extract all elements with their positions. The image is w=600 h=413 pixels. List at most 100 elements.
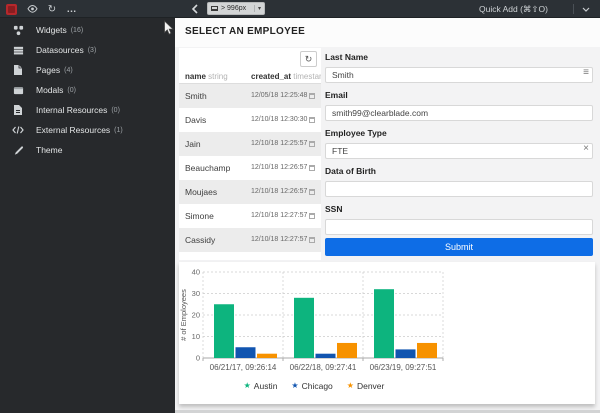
- logo-icon: [6, 4, 17, 15]
- table-row[interactable]: Cassidy 12/10/18 12:27:57: [179, 228, 321, 252]
- chart-legend: ★Austin★Chicago★Denver: [179, 381, 449, 391]
- svg-text:06/23/19, 09:27:51: 06/23/19, 09:27:51: [370, 363, 437, 372]
- external-resources-icon: [12, 124, 24, 136]
- table-row[interactable]: Smith12/05/18 12:25:48: [179, 84, 321, 108]
- sidebar-item-datasources[interactable]: Datasources (3): [0, 40, 175, 60]
- column-created-at-type: timestamp: [293, 72, 321, 81]
- employee-type-input[interactable]: [325, 143, 593, 159]
- legend-item-chicago[interactable]: ★Chicago: [291, 381, 332, 391]
- sidebar-item-internal-resources[interactable]: Internal Resources(0): [0, 100, 175, 120]
- table-row[interactable]: Simone12/10/18 12:27:57: [179, 204, 321, 228]
- sidebar-label: Modals: [36, 85, 63, 95]
- table-row[interactable]: Summerville12/10/18 12:27:57: [179, 252, 321, 260]
- table-row[interactable]: Davis 12/10/18 12:30:30: [179, 108, 321, 132]
- user-menu-chevron-icon[interactable]: [578, 0, 594, 18]
- page-title: SELECT AN EMPLOYEE: [185, 26, 305, 37]
- table-header: name string created_at timestamp: [179, 69, 321, 84]
- legend-label: Chicago: [302, 381, 333, 391]
- clear-x-icon[interactable]: ×: [583, 143, 589, 155]
- dropdown-caret-icon: ▾: [254, 5, 261, 12]
- theme-brush-icon: [12, 144, 24, 156]
- list-menu-icon[interactable]: ≡: [583, 67, 589, 79]
- sidebar-item-pages[interactable]: Pages (4): [0, 60, 175, 80]
- sidebar-count: (3): [88, 47, 97, 54]
- topbar-divider: [573, 4, 574, 14]
- field-last-name: Last Name ≡: [325, 52, 593, 83]
- submit-button[interactable]: Submit: [325, 238, 593, 256]
- internal-resources-icon: [12, 104, 24, 116]
- legend-item-austin[interactable]: ★Austin: [244, 381, 278, 391]
- calendar-icon: [309, 165, 315, 171]
- legend-label: Austin: [254, 381, 278, 391]
- sidebar-label: Theme: [36, 145, 62, 155]
- sidebar-count: (4): [64, 67, 73, 74]
- cell-created-at: 12/10/18 12:27:57: [251, 236, 307, 243]
- more-menu-icon[interactable]: …: [64, 0, 80, 18]
- viewport-size-dropdown[interactable]: > 996px ▾: [207, 2, 265, 15]
- table-refresh-button[interactable]: ↻: [300, 51, 317, 67]
- back-chevron-icon[interactable]: [187, 0, 201, 18]
- quick-add-button[interactable]: Quick Add (⌘⇧O): [479, 0, 548, 18]
- last-name-input[interactable]: [325, 67, 593, 83]
- field-date-of-birth: Data of Birth: [325, 166, 593, 197]
- svg-text:0: 0: [196, 354, 200, 363]
- main-content: SELECT AN EMPLOYEE ↻ name string created…: [175, 18, 600, 413]
- cell-created-at: 12/10/18 12:25:57: [251, 140, 307, 147]
- sidebar-item-external-resources[interactable]: External Resources (1): [0, 120, 175, 140]
- cell-name: Davis: [185, 115, 206, 125]
- sidebar-label: External Resources: [36, 125, 110, 135]
- employee-bar-chart: 01020304006/21/17, 09:26:1406/22/18, 09:…: [179, 262, 595, 404]
- sidebar-label: Pages: [36, 65, 60, 75]
- email-input[interactable]: [325, 105, 593, 121]
- sidebar-count: (0): [67, 87, 76, 94]
- legend-label: Denver: [357, 381, 384, 391]
- calendar-icon: [309, 213, 315, 219]
- table-body: Smith12/05/18 12:25:48 Davis 12/10/18 12:…: [179, 84, 321, 260]
- mouse-cursor: [163, 20, 175, 36]
- cell-name: Cassidy: [185, 235, 215, 245]
- pages-icon: [12, 64, 24, 76]
- sidebar-label: Widgets: [36, 25, 67, 35]
- legend-item-denver[interactable]: ★Denver: [347, 381, 385, 391]
- column-name-type: string: [208, 72, 228, 81]
- bar-chart-svg: 01020304006/21/17, 09:26:1406/22/18, 09:…: [179, 262, 595, 380]
- sidebar-count: (1): [114, 127, 123, 134]
- ssn-label: SSN: [325, 204, 593, 214]
- cell-name: Beauchamp: [185, 163, 230, 173]
- datasources-icon: [12, 44, 24, 56]
- sidebar: Widgets(16) Datasources (3) Pages (4) Moda…: [0, 18, 175, 413]
- sidebar-item-widgets[interactable]: Widgets(16): [0, 20, 175, 40]
- cell-created-at: 12/10/18 12:26:57: [251, 164, 307, 171]
- preview-eye-icon[interactable]: [24, 0, 40, 18]
- last-name-label: Last Name: [325, 52, 593, 62]
- svg-text:10: 10: [192, 332, 200, 341]
- app-logo[interactable]: [5, 0, 17, 18]
- sidebar-label: Datasources: [36, 45, 84, 55]
- employee-type-label: Employee Type: [325, 128, 593, 138]
- svg-text:06/21/17, 09:26:14: 06/21/17, 09:26:14: [210, 363, 277, 372]
- column-created-at: created_at: [251, 72, 291, 81]
- legend-marker-icon: ★: [347, 382, 354, 390]
- calendar-icon: [309, 117, 315, 123]
- sidebar-item-modals[interactable]: Modals (0): [0, 80, 175, 100]
- calendar-icon: [309, 93, 315, 99]
- cell-name: Summerville: [185, 259, 232, 260]
- cell-created-at: 12/10/18 12:27:57: [251, 212, 307, 219]
- column-name: name: [185, 72, 206, 81]
- table-row[interactable]: Jain 12/10/18 12:25:57: [179, 132, 321, 156]
- data-of-birth-input[interactable]: [325, 181, 593, 197]
- ssn-input[interactable]: [325, 219, 593, 235]
- svg-text:30: 30: [192, 289, 200, 298]
- table-row[interactable]: Moujaes12/10/18 12:26:57: [179, 180, 321, 204]
- sidebar-item-theme[interactable]: Theme: [0, 140, 175, 160]
- svg-text:40: 40: [192, 268, 200, 277]
- svg-text:06/22/18, 09:27:41: 06/22/18, 09:27:41: [290, 363, 357, 372]
- data-of-birth-label: Data of Birth: [325, 166, 593, 176]
- cell-name: Jain: [185, 139, 201, 149]
- cell-created-at: 12/10/18 12:30:30: [251, 116, 307, 123]
- table-row[interactable]: Beauchamp 12/10/18 12:26:57: [179, 156, 321, 180]
- field-ssn: SSN: [325, 204, 593, 235]
- modals-icon: [12, 84, 24, 96]
- refresh-icon[interactable]: ↻: [44, 0, 60, 18]
- cell-created-at: 12/05/18 12:25:48: [251, 92, 307, 99]
